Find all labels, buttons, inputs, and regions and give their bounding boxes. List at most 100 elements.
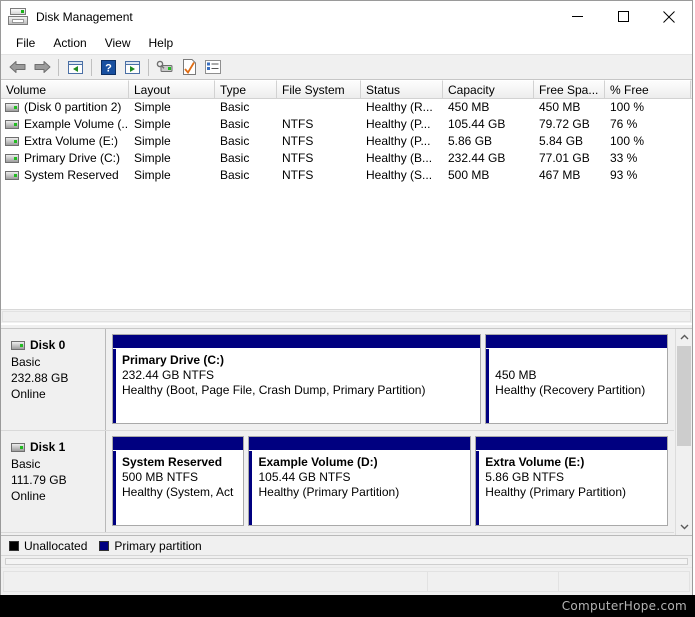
volume-list-pane: Volume Layout Type File System Status Capacit… — [1, 80, 692, 324]
scrollbar-thumb[interactable] — [677, 346, 691, 446]
cell-file_system: NTFS — [282, 134, 314, 148]
legend-swatch — [9, 540, 19, 551]
disk-management-window: Disk Management File Action View Help ? … — [0, 0, 693, 595]
window-title: Disk Management — [36, 9, 133, 24]
partition-details: Example Volume (D:) 105.44 GB NTFS Healthy… — [249, 451, 470, 525]
menu-item-file[interactable]: File — [7, 34, 44, 52]
disk-name: Disk 1 — [30, 440, 66, 454]
partition-block[interactable]: 450 MB Healthy (Recovery Partition) — [485, 334, 668, 424]
disk-title: Disk 0 — [11, 338, 105, 352]
scroll-up-button[interactable] — [676, 329, 692, 346]
cell-type: Basic — [220, 117, 250, 131]
cell-status: Healthy (S... — [366, 168, 433, 182]
cell-text: (Disk 0 partition 2) — [24, 100, 122, 114]
title-bar[interactable]: Disk Management — [1, 1, 692, 32]
forward-icon[interactable] — [30, 56, 54, 78]
rescan-disks-icon[interactable] — [153, 56, 177, 78]
partition-size: 5.86 GB NTFS — [485, 470, 564, 484]
graphical-view-vertical-scrollbar[interactable] — [675, 329, 692, 535]
properties-icon[interactable] — [177, 56, 201, 78]
toolbar-separator-2 — [91, 58, 92, 76]
cell-capacity: 5.86 GB — [448, 134, 493, 148]
disk-info-panel[interactable]: Disk 0 Basic 232.88 GB Online — [1, 329, 106, 430]
cell-text: System Reserved — [24, 168, 119, 182]
table-row[interactable]: (Disk 0 partition 2) Simple Basic Healthy (… — [1, 99, 692, 116]
cell-capacity: 232.44 GB — [448, 151, 506, 165]
partition-size: 105.44 GB NTFS — [258, 470, 351, 484]
column-header-status[interactable]: Status — [361, 80, 443, 98]
partition-size: 500 MB NTFS — [122, 470, 199, 484]
volume-icon — [5, 154, 19, 163]
cell-file_system: NTFS — [282, 168, 314, 182]
disk-info-panel[interactable]: Disk 1 Basic 111.79 GB Online — [1, 431, 106, 532]
partition-strip: System Reserved 500 MB NTFS Healthy (Syste… — [106, 431, 674, 532]
status-pane-1 — [3, 571, 428, 592]
cell-free_space: 79.72 GB — [539, 117, 590, 131]
cell-percent_free: 33 % — [610, 151, 638, 165]
partition-block[interactable]: Extra Volume (E:) 5.86 GB NTFS Healthy (Pr… — [475, 436, 668, 526]
help-icon[interactable]: ? — [96, 56, 120, 78]
disk-row: Disk 0 Basic 232.88 GB Online Primary Drive … — [1, 329, 674, 431]
cell-volume: Primary Drive (C:) — [1, 150, 129, 167]
disk-row: Disk 1 Basic 111.79 GB Online System Reserve… — [1, 431, 674, 533]
menu-item-help[interactable]: Help — [140, 34, 183, 52]
volume-list-header: Volume Layout Type File System Status Capacit… — [1, 80, 692, 99]
legend-scroll-strip[interactable] — [1, 555, 692, 567]
scrollbar-track[interactable] — [5, 558, 688, 565]
column-header--free[interactable]: % Free — [605, 80, 691, 98]
scrollbar-track[interactable] — [2, 311, 691, 322]
status-pane-2 — [427, 571, 559, 592]
partition-name — [495, 353, 662, 368]
volume-list-horizontal-scrollbar[interactable] — [1, 309, 692, 323]
menu-item-view[interactable]: View — [96, 34, 140, 52]
cell-text: Example Volume (... — [24, 117, 129, 131]
cell-capacity: 450 MB — [448, 100, 490, 114]
menu-item-action[interactable]: Action — [44, 34, 95, 52]
partition-block[interactable]: Example Volume (D:) 105.44 GB NTFS Healthy… — [248, 436, 472, 526]
column-header-volume[interactable]: Volume — [1, 80, 129, 98]
partition-name: System Reserved — [122, 455, 223, 469]
column-header-type[interactable]: Type — [215, 80, 277, 98]
cell-capacity: 500 MB — [448, 168, 490, 182]
disk-icon — [11, 442, 25, 452]
graphical-view-pane: Disk 0 Basic 232.88 GB Online Primary Drive … — [1, 329, 692, 535]
cell-free_space: 5.84 GB — [539, 134, 584, 148]
back-icon[interactable] — [6, 56, 30, 78]
partition-color-bar — [249, 437, 471, 451]
cell-type: Basic — [220, 134, 250, 148]
list-view-icon[interactable] — [201, 56, 225, 78]
watermark-text: ComputerHope.com — [561, 599, 687, 613]
cell-layout: Simple — [134, 134, 171, 148]
cell-percent_free: 100 % — [610, 100, 645, 114]
partition-status: Healthy (Boot, Page File, Crash Dump, Pr… — [122, 383, 426, 397]
disk-title: Disk 1 — [11, 440, 105, 454]
scroll-down-button[interactable] — [676, 518, 692, 535]
column-header-capacity[interactable]: Capacity — [443, 80, 534, 98]
disk-list: Disk 0 Basic 232.88 GB Online Primary Drive … — [1, 329, 674, 535]
scrollbar-track[interactable] — [676, 346, 692, 518]
cell-layout: Simple — [134, 151, 171, 165]
cell-volume: System Reserved — [1, 167, 129, 184]
disk-type: Basic — [11, 355, 41, 369]
cell-status: Healthy (R... — [366, 100, 433, 114]
minimize-button[interactable] — [554, 1, 600, 32]
column-header-free-spa[interactable]: Free Spa... — [534, 80, 605, 98]
up-one-level-icon[interactable] — [63, 56, 87, 78]
partition-details: System Reserved 500 MB NTFS Healthy (Syste… — [113, 451, 243, 525]
partition-status: Healthy (Primary Partition) — [485, 485, 626, 499]
table-row[interactable]: Example Volume (... Simple Basic NTFS Health… — [1, 116, 692, 133]
table-row[interactable]: Primary Drive (C:) Simple Basic NTFS Healthy… — [1, 150, 692, 167]
cell-percent_free: 100 % — [610, 134, 645, 148]
disk-status: Online — [11, 387, 46, 401]
cell-volume: Example Volume (... — [1, 116, 129, 133]
show-action-pane-icon[interactable] — [120, 56, 144, 78]
table-row[interactable]: System Reserved Simple Basic NTFS Healthy (S… — [1, 167, 692, 184]
table-row[interactable]: Extra Volume (E:) Simple Basic NTFS Healthy … — [1, 133, 692, 150]
partition-block[interactable]: System Reserved 500 MB NTFS Healthy (Syste… — [112, 436, 245, 526]
column-header-layout[interactable]: Layout — [129, 80, 215, 98]
maximize-button[interactable] — [600, 1, 646, 32]
partition-strip: Primary Drive (C:) 232.44 GB NTFS Healthy … — [106, 329, 674, 430]
close-button[interactable] — [646, 1, 692, 32]
column-header-file-system[interactable]: File System — [277, 80, 361, 98]
partition-block[interactable]: Primary Drive (C:) 232.44 GB NTFS Healthy … — [112, 334, 482, 424]
